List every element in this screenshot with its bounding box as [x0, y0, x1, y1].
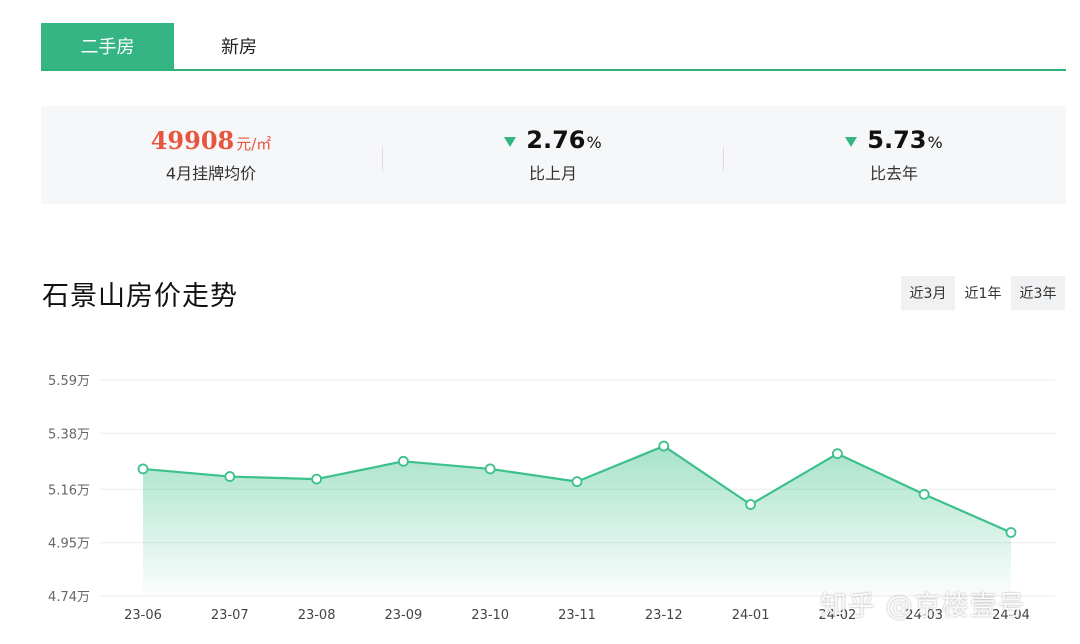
y-tick-label: 4.74万: [48, 590, 90, 605]
stats-panel: 49908 元/㎡ 4月挂牌均价 2.76 % 比上月 5.73 % 比去年: [41, 106, 1066, 204]
stat-divider: [382, 147, 383, 171]
range-3-years[interactable]: 近3年: [1011, 276, 1065, 310]
stat-month-change: 2.76 % 比上月: [383, 106, 723, 204]
tab-secondhand[interactable]: 二手房: [41, 23, 174, 69]
x-tick-label: 24-01: [732, 608, 770, 623]
watermark: 知乎 @京楼壹号: [820, 591, 1026, 622]
range-1-year[interactable]: 近1年: [956, 276, 1010, 310]
down-triangle-icon: [504, 137, 517, 147]
x-tick-label: 23-07: [211, 608, 249, 623]
y-tick-label: 5.59万: [48, 374, 90, 389]
month-change-value: 2.76: [526, 126, 586, 154]
y-tick-label: 5.38万: [48, 427, 90, 442]
x-tick-label: 23-12: [645, 608, 683, 623]
avg-price-unit: 元/㎡: [236, 135, 272, 153]
data-point: [224, 471, 236, 482]
chart-title: 石景山房价走势: [42, 281, 238, 312]
avg-price-value: 49908: [150, 126, 235, 155]
house-type-tabs: 二手房 新房: [41, 23, 1066, 71]
data-point: [1005, 527, 1017, 538]
data-point: [745, 499, 756, 510]
x-tick-label: 23-10: [471, 608, 509, 623]
year-change-percent: %: [927, 133, 943, 152]
x-tick-label: 23-11: [558, 608, 596, 623]
down-triangle-icon: [845, 137, 858, 147]
range-3-months[interactable]: 近3月: [901, 276, 955, 310]
month-change-percent: %: [586, 133, 602, 152]
data-point: [658, 440, 670, 452]
y-tick-label: 5.16万: [48, 483, 90, 498]
y-tick-label: 4.95万: [48, 537, 90, 552]
data-point: [137, 463, 149, 475]
data-point: [832, 448, 843, 460]
tab-newhome[interactable]: 新房: [174, 23, 304, 69]
series-area: [143, 446, 1011, 596]
year-change-value: 5.73: [867, 126, 927, 154]
stat-year-change: 5.73 % 比去年: [724, 106, 1064, 204]
x-tick-label: 23-09: [385, 608, 423, 623]
x-tick-label: 23-08: [298, 608, 336, 623]
x-tick-label: 23-06: [124, 608, 162, 623]
data-point: [311, 473, 323, 485]
data-point: [571, 476, 583, 488]
avg-price-label: 4月挂牌均价: [165, 164, 257, 183]
stat-avg-price: 49908 元/㎡ 4月挂牌均价: [41, 106, 381, 204]
stat-divider: [723, 147, 724, 171]
data-point: [918, 488, 930, 500]
data-point: [484, 463, 496, 475]
data-point: [397, 455, 409, 467]
year-change-label: 比去年: [869, 164, 918, 183]
month-change-label: 比上月: [528, 164, 577, 183]
